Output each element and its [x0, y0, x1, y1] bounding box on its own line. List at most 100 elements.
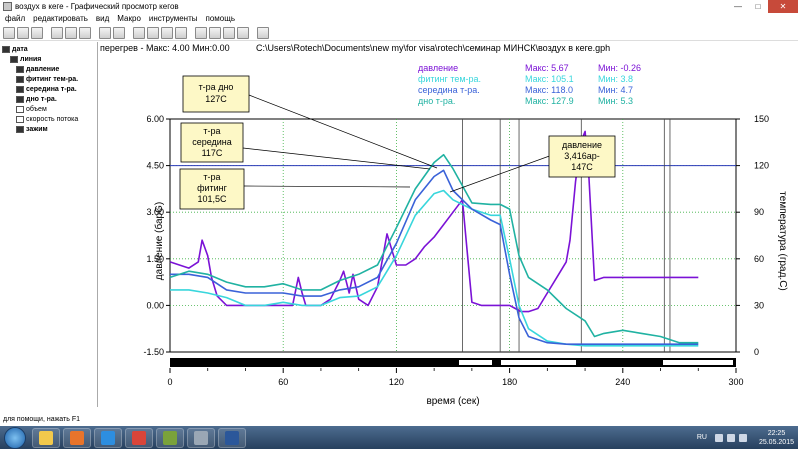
- tree-label: середина т-ра.: [26, 85, 77, 93]
- plot-frame: [169, 118, 737, 353]
- print-icon[interactable]: [99, 26, 111, 39]
- graph-area[interactable]: перегрев - Макс: 4.00 Мин:0.00 C:\Users\…: [100, 42, 798, 412]
- legend: давление фитинг тем-ра. середина т-ра. д…: [418, 63, 641, 106]
- close-button[interactable]: ✕: [768, 0, 798, 13]
- y2-tick-label: 150: [754, 114, 769, 124]
- channel-icon: [16, 65, 24, 73]
- taskbar-word[interactable]: [218, 427, 246, 448]
- volume-icon[interactable]: [738, 433, 747, 442]
- x-tick-label: 120: [389, 377, 404, 387]
- tray-arrow-icon[interactable]: [714, 433, 723, 442]
- zoom-icon[interactable]: [161, 26, 173, 39]
- tree-item-fitting-temp[interactable]: фитинг тем-ра.: [2, 74, 97, 84]
- file-path: C:\Users\Rotech\Documents\new my\for vis…: [256, 43, 610, 53]
- tree-item-middle-temp[interactable]: середина т-ра.: [2, 84, 97, 94]
- legend-max-middle: Макс: 118.0: [525, 85, 573, 95]
- open-folder-icon[interactable]: [17, 26, 29, 39]
- taskbar-explorer[interactable]: [32, 427, 60, 448]
- x-tick-label: 240: [615, 377, 630, 387]
- callout-bottom-temp: т-ра дно 127C: [182, 75, 250, 113]
- arrow-prev-icon[interactable]: [209, 26, 221, 39]
- menu-tools[interactable]: инструменты: [149, 14, 198, 23]
- menu-edit[interactable]: редактировать: [33, 14, 88, 23]
- x-tick-label: 60: [278, 377, 288, 387]
- taskbar: RU 22:25 25.05.2015: [0, 426, 798, 449]
- save-icon[interactable]: [31, 26, 43, 39]
- language-indicator[interactable]: RU: [697, 434, 707, 441]
- table-icon[interactable]: [133, 26, 145, 39]
- chart-icon[interactable]: [147, 26, 159, 39]
- callout-text: 127C: [205, 94, 227, 104]
- y2-tick-label: 30: [754, 300, 764, 310]
- app-icon: [3, 2, 12, 11]
- legend-min-fitting: Мин: 3.8: [598, 74, 633, 84]
- menu-bar: файл редактировать вид Макро инструменты…: [0, 13, 798, 24]
- taskbar-keg-viewer[interactable]: [187, 427, 215, 448]
- tree-label: дата: [12, 45, 28, 53]
- legend-name-pressure: давление: [418, 63, 458, 73]
- y2-tick-label: 120: [754, 161, 769, 171]
- tree-label: скорость потока: [26, 115, 79, 123]
- x-axis-title: время (сек): [426, 396, 479, 407]
- help-icon[interactable]: [257, 26, 269, 39]
- y2-axis-title: температура (град.C): [777, 191, 788, 291]
- menu-help[interactable]: помощь: [206, 14, 235, 23]
- menu-file[interactable]: файл: [5, 14, 25, 23]
- copy-icon[interactable]: [65, 26, 77, 39]
- tree-item-pressure[interactable]: давление: [2, 64, 97, 74]
- channel-icon: [16, 105, 24, 113]
- y-tick-label: -1.50: [143, 347, 164, 357]
- y-tick-label: 0.00: [146, 300, 164, 310]
- menu-view[interactable]: вид: [96, 14, 109, 23]
- callout-text: 147C: [571, 162, 593, 172]
- channel-icon: [16, 115, 24, 123]
- tree-item-clamp[interactable]: зажим: [2, 124, 97, 134]
- arrow-last-icon[interactable]: [237, 26, 249, 39]
- time-scroll-bar[interactable]: [170, 358, 736, 367]
- minimize-button[interactable]: —: [728, 0, 748, 13]
- window-controls: — □ ✕: [728, 0, 798, 13]
- y2-tick-label: 60: [754, 254, 764, 264]
- cut-icon[interactable]: [51, 26, 63, 39]
- channel-icon: [16, 125, 24, 133]
- taskbar-ie[interactable]: [94, 427, 122, 448]
- taskbar-chrome[interactable]: [125, 427, 153, 448]
- arrow-first-icon[interactable]: [195, 26, 207, 39]
- legend-name-middle: середина т-ра.: [418, 85, 480, 95]
- legend-min-bottom: Мин: 5.3: [598, 96, 633, 106]
- tree-item-volume[interactable]: объем: [2, 104, 97, 114]
- tree-item-date[interactable]: дата: [2, 44, 97, 54]
- tree-item-line[interactable]: линия: [2, 54, 97, 64]
- taskbar-app[interactable]: [156, 427, 184, 448]
- callout-middle-temp: т-ра середина 117C: [180, 122, 244, 163]
- tree-item-bottom-temp[interactable]: дно т-ра.: [2, 94, 97, 104]
- menu-macro[interactable]: Макро: [117, 14, 141, 23]
- callout-text: середина: [192, 137, 232, 147]
- channel-icon: [16, 75, 24, 83]
- legend-max-pressure: Макс: 5.67: [525, 63, 569, 73]
- tree-label: фитинг тем-ра.: [26, 75, 79, 83]
- y2-tick-label: 90: [754, 207, 764, 217]
- callout-text: фитинг: [197, 183, 228, 193]
- tree-item-flow-rate[interactable]: скорость потока: [2, 114, 97, 124]
- clock[interactable]: 22:25 25.05.2015: [759, 429, 794, 447]
- tool-icon[interactable]: [175, 26, 187, 39]
- maximize-button[interactable]: □: [748, 0, 768, 13]
- status-bar: для помощи, нажать F1: [3, 416, 80, 423]
- y2-tick-label: 0: [754, 347, 759, 357]
- callout-text: 101,5C: [197, 194, 227, 204]
- tree-label: дно т-ра.: [26, 95, 57, 103]
- network-icon[interactable]: [726, 433, 735, 442]
- legend-name-bottom: дно т-ра.: [418, 96, 455, 106]
- new-file-icon[interactable]: [3, 26, 15, 39]
- app-window: воздух в кеге - Графический просмотр кег…: [0, 0, 798, 449]
- callout-text: т-ра дно: [199, 82, 234, 92]
- callout-text: т-ра: [203, 126, 220, 136]
- start-button[interactable]: [4, 426, 26, 449]
- paste-icon[interactable]: [79, 26, 91, 39]
- tree-node-icon: [10, 55, 18, 63]
- print-preview-icon[interactable]: [113, 26, 125, 39]
- callout-fitting-temp: т-ра фитинг 101,5C: [179, 168, 245, 210]
- taskbar-media-player[interactable]: [63, 427, 91, 448]
- arrow-next-icon[interactable]: [223, 26, 235, 39]
